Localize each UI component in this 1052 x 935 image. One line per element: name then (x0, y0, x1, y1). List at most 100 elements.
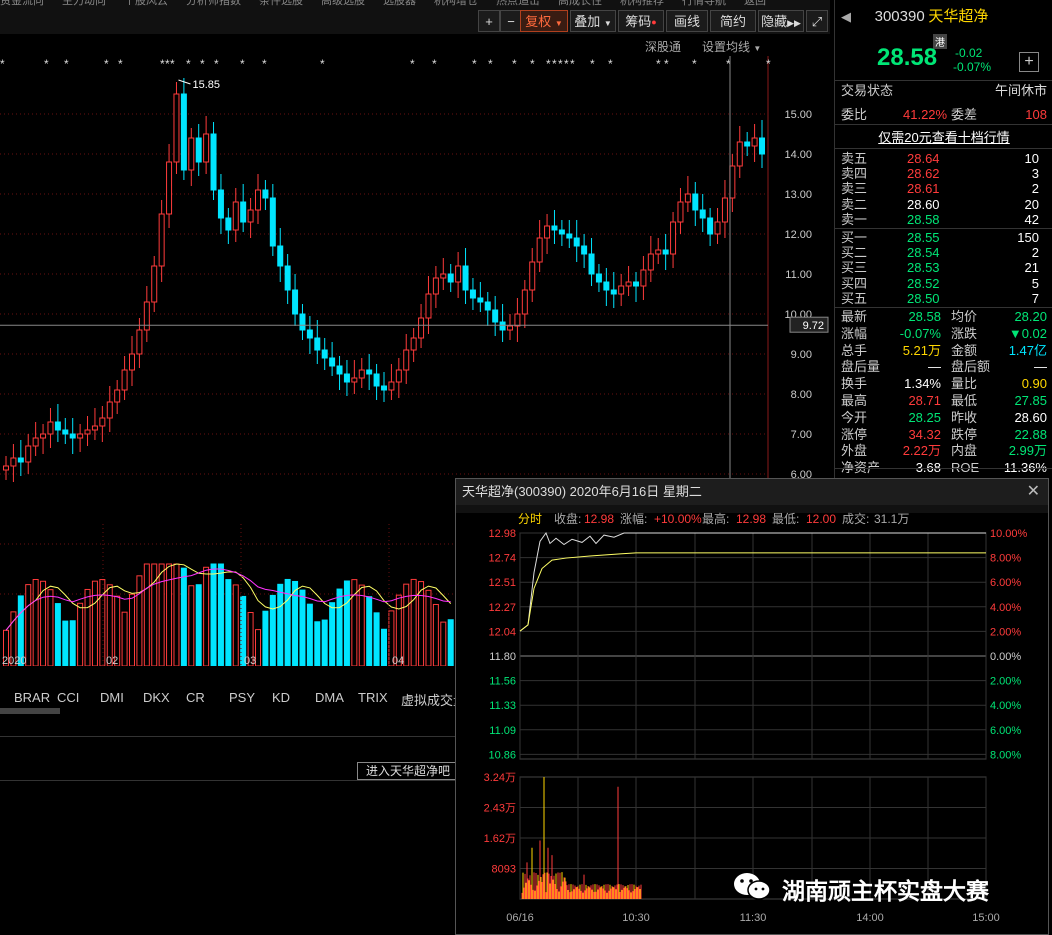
event-marker[interactable]: * (186, 57, 191, 71)
shengutong-link[interactable]: 深股通 (645, 38, 681, 55)
ma-settings-dropdown[interactable]: 设置均线 ▼ (702, 38, 761, 55)
candle-body[interactable] (351, 377, 358, 383)
candle-body[interactable] (640, 269, 647, 287)
candle-body[interactable] (670, 221, 677, 255)
candle-body[interactable] (551, 225, 558, 231)
candle-body[interactable] (484, 301, 491, 311)
event-marker[interactable]: * (692, 57, 697, 71)
candle-body[interactable] (655, 249, 662, 255)
candle-body[interactable] (188, 137, 195, 171)
candle-body[interactable] (714, 221, 721, 235)
candle-body[interactable] (677, 201, 684, 223)
event-marker[interactable]: * (530, 57, 535, 71)
overlay-dropdown[interactable]: 叠加 ▼ (570, 10, 616, 32)
event-marker[interactable]: * (170, 57, 175, 71)
top-menu-item[interactable]: 机构增仓 (434, 0, 478, 6)
candle-body[interactable] (40, 433, 47, 439)
hide-button[interactable]: 隐藏▶▶ (758, 10, 804, 32)
ten-level-link[interactable]: 仅需20元查看十档行情 (841, 129, 1047, 146)
candle-body[interactable] (292, 289, 299, 315)
candle-body[interactable] (255, 189, 261, 211)
candle-body[interactable] (17, 457, 24, 463)
candle-body[interactable] (299, 313, 306, 331)
candle-body[interactable] (462, 265, 469, 291)
candle-body[interactable] (77, 433, 84, 439)
candle-body[interactable] (603, 281, 610, 291)
event-marker[interactable]: * (472, 57, 477, 71)
indicator-tab[interactable]: CCI (57, 690, 79, 705)
candle-body[interactable] (129, 353, 135, 371)
indicator-tab[interactable]: PSY (229, 690, 255, 705)
indicator-tab[interactable]: BRAR (14, 690, 50, 705)
candle-body[interactable] (684, 193, 691, 203)
candle-body[interactable] (633, 281, 639, 287)
chips-button[interactable]: 筹码● (618, 10, 664, 32)
event-marker[interactable]: * (0, 57, 5, 71)
candle-body[interactable] (403, 349, 410, 371)
candle-body[interactable] (225, 217, 232, 231)
candle-body[interactable] (566, 233, 573, 239)
candle-body[interactable] (10, 457, 17, 467)
candle-body[interactable] (432, 277, 439, 295)
candle-body[interactable] (180, 93, 187, 171)
candle-body[interactable] (121, 369, 128, 391)
add-watchlist-icon[interactable]: + (1019, 52, 1039, 72)
candle-body[interactable] (143, 301, 150, 331)
candle-body[interactable] (573, 237, 580, 247)
candle-body[interactable] (507, 325, 513, 331)
candle-body[interactable] (32, 437, 39, 447)
zoom-in-button[interactable]: + (478, 10, 500, 32)
candle-body[interactable] (521, 289, 528, 315)
event-marker[interactable]: * (432, 57, 437, 71)
candle-body[interactable] (662, 249, 669, 255)
top-menu-item[interactable]: 高成长性 (558, 0, 602, 6)
candle-body[interactable] (136, 329, 143, 355)
event-marker[interactable]: * (558, 57, 563, 71)
top-menu-item[interactable]: 分析师指数 (186, 0, 241, 6)
candle-body[interactable] (536, 237, 543, 263)
candle-body[interactable] (247, 209, 254, 223)
candle-body[interactable] (736, 141, 743, 167)
candle-body[interactable] (366, 369, 373, 375)
candle-body[interactable] (514, 313, 521, 327)
candle-body[interactable] (210, 133, 217, 191)
expand-icon[interactable]: ⤢ (806, 10, 828, 32)
candle-body[interactable] (751, 137, 758, 147)
candle-body[interactable] (729, 165, 736, 199)
candle-body[interactable] (373, 373, 380, 387)
candle-body[interactable] (99, 417, 106, 427)
event-marker[interactable]: * (564, 57, 569, 71)
simple-mode-button[interactable]: 简约 (710, 10, 756, 32)
candle-body[interactable] (62, 429, 69, 435)
indicator-tab[interactable]: TRIX (358, 690, 388, 705)
candle-body[interactable] (544, 225, 551, 239)
event-marker[interactable]: * (262, 57, 267, 71)
candle-body[interactable] (529, 261, 536, 291)
candle-body[interactable] (581, 245, 588, 255)
tab-intraday[interactable]: 分时 (518, 509, 542, 529)
event-marker[interactable]: * (656, 57, 661, 71)
candle-body[interactable] (381, 385, 387, 391)
top-menu-item[interactable]: 资金流向 (0, 0, 44, 6)
indicator-tab[interactable]: DMA (315, 690, 344, 705)
event-marker[interactable]: * (512, 57, 517, 71)
candle-body[interactable] (425, 293, 432, 319)
tab-scroll-strip[interactable] (0, 708, 60, 714)
close-icon[interactable]: ✕ (1027, 479, 1040, 505)
candle-body[interactable] (558, 229, 565, 235)
top-menu-item[interactable]: 行情导航 (682, 0, 726, 6)
candle-body[interactable] (336, 365, 343, 375)
candle-body[interactable] (759, 137, 765, 155)
candle-body[interactable] (306, 329, 313, 339)
candle-body[interactable] (151, 265, 158, 303)
candle-body[interactable] (232, 201, 239, 231)
top-menu-item[interactable]: 个股风云 (124, 0, 168, 6)
candle-body[interactable] (91, 425, 98, 431)
candle-body[interactable] (173, 93, 180, 163)
candle-body[interactable] (625, 281, 632, 287)
event-marker[interactable]: * (118, 57, 123, 71)
candle-body[interactable] (455, 265, 462, 283)
top-menu-item[interactable]: 条件选股 (259, 0, 303, 6)
candle-body[interactable] (47, 421, 54, 435)
zoom-out-button[interactable]: − (500, 10, 522, 32)
